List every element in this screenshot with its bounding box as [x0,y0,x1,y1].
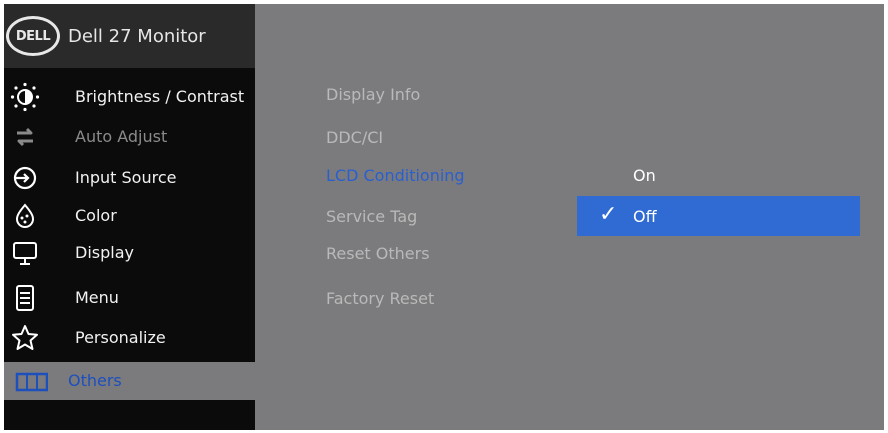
input-source-icon [10,163,40,193]
checkmark-icon: ✓ [599,202,618,227]
sidebar-item-brightness-contrast[interactable]: Brightness / Contrast [4,78,255,116]
sidebar-item-auto-adjust[interactable]: Auto Adjust [4,118,255,156]
monitor-osd: DELL Dell 27 Monitor Brightness / Contra… [4,4,884,430]
sidebar-item-label: Others [68,371,122,390]
sidebar-item-display[interactable]: Display [4,234,255,272]
submenu-item-ddc-ci[interactable]: DDC/CI [326,128,383,147]
sidebar-item-label: Color [75,206,117,225]
model-title: Dell 27 Monitor [68,26,206,47]
sidebar-item-label: Auto Adjust [75,127,168,146]
option-label: On [633,166,656,185]
sidebar: DELL Dell 27 Monitor Brightness / Contra… [4,4,255,430]
auto-adjust-icon [10,122,40,152]
others-icon [10,366,48,396]
star-icon [10,323,40,353]
option-on[interactable]: On [577,155,860,195]
sidebar-item-others[interactable]: Others [4,362,255,400]
submenu-item-factory-reset[interactable]: Factory Reset [326,289,434,308]
option-off[interactable]: ✓ Off [577,196,860,236]
sidebar-item-label: Brightness / Contrast [75,87,245,106]
sidebar-item-input-source[interactable]: Input Source [4,159,255,197]
color-palette-icon [10,201,40,231]
submenu-item-service-tag[interactable]: Service Tag [326,207,417,226]
dell-logo: DELL [6,16,60,56]
sidebar-item-label: Input Source [75,168,177,187]
brightness-icon [10,82,40,112]
submenu-item-display-info[interactable]: Display Info [326,85,420,104]
option-label: Off [633,207,657,226]
sidebar-item-label: Display [75,243,134,262]
sidebar-header: DELL Dell 27 Monitor [4,4,255,68]
sidebar-item-menu[interactable]: Menu [4,279,255,317]
sidebar-item-label: Personalize [75,328,166,347]
sidebar-item-label: Menu [75,288,119,307]
submenu-item-reset-others[interactable]: Reset Others [326,244,430,263]
display-icon [10,238,40,268]
menu-icon [10,283,40,313]
submenu-item-lcd-conditioning[interactable]: LCD Conditioning [326,166,465,185]
sidebar-item-color[interactable]: Color [4,197,255,235]
sidebar-item-personalize[interactable]: Personalize [4,319,255,357]
